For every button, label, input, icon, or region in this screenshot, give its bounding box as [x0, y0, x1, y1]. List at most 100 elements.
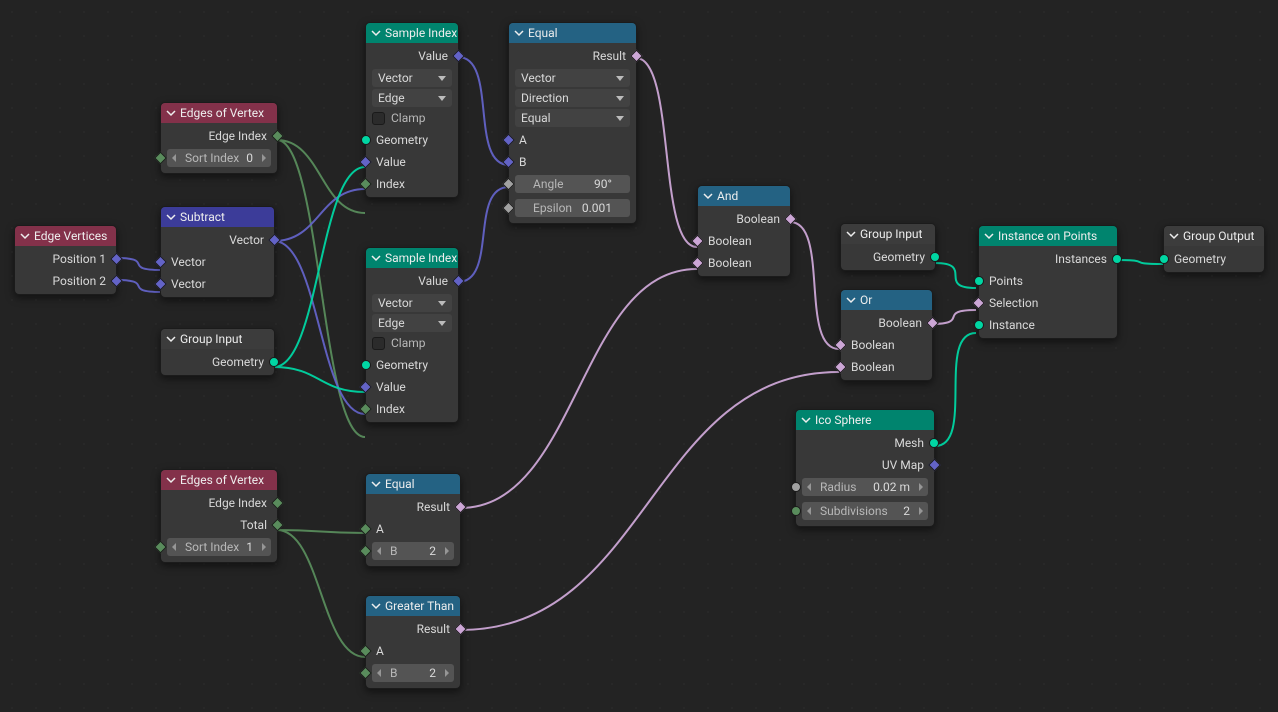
- node-subtract[interactable]: Subtract Vector Vector Vector: [160, 206, 275, 298]
- node-or[interactable]: Or Boolean Boolean Boolean: [840, 289, 933, 381]
- field-b[interactable]: B2: [372, 664, 454, 682]
- field-radius[interactable]: Radius0.02 m: [802, 478, 928, 496]
- socket-index[interactable]: Index: [366, 173, 458, 195]
- type-dropdown[interactable]: Vector: [372, 294, 452, 312]
- node-header[interactable]: Group Input: [841, 224, 935, 244]
- socket-position-1[interactable]: Position 1: [15, 248, 116, 270]
- chevron-down-icon: [370, 27, 382, 39]
- node-ico-sphere[interactable]: Ico Sphere Mesh UV Map Radius0.02 m Subd…: [795, 409, 935, 527]
- chevron-down-icon: [983, 230, 995, 242]
- socket-mesh[interactable]: Mesh: [796, 432, 934, 454]
- socket-instance[interactable]: Instance: [979, 314, 1117, 336]
- node-greater-than[interactable]: Greater Than Result A B2: [365, 595, 461, 689]
- node-edges-of-vertex-0[interactable]: Edges of Vertex Edge Index Sort Index0: [160, 102, 278, 174]
- chevron-down-icon: [800, 414, 812, 426]
- node-header[interactable]: Instance on Points: [979, 226, 1117, 246]
- socket-result[interactable]: Result: [366, 618, 460, 640]
- submode-dropdown[interactable]: Direction: [515, 89, 630, 107]
- chevron-down-icon: [845, 294, 857, 306]
- node-group-output[interactable]: Group Output Geometry: [1163, 225, 1265, 273]
- node-header[interactable]: Ico Sphere: [796, 410, 934, 430]
- node-instance-on-points[interactable]: Instance on Points Instances Points Sele…: [978, 225, 1118, 339]
- chevron-down-icon: [165, 211, 177, 223]
- node-header[interactable]: And: [698, 186, 790, 206]
- socket-geometry[interactable]: Geometry: [161, 351, 274, 373]
- socket-result[interactable]: Result: [366, 496, 460, 518]
- sort-index-field[interactable]: Sort Index0: [167, 149, 271, 167]
- field-subdivisions[interactable]: Subdivisions2: [802, 502, 928, 520]
- socket-a[interactable]: A: [366, 640, 460, 662]
- domain-dropdown[interactable]: Edge: [372, 89, 452, 107]
- mode-dropdown[interactable]: Vector: [515, 69, 630, 87]
- socket-a[interactable]: A: [509, 129, 636, 151]
- clamp-checkbox[interactable]: Clamp: [372, 109, 452, 127]
- socket-selection[interactable]: Selection: [979, 292, 1117, 314]
- socket-value-in[interactable]: Value: [366, 376, 458, 398]
- socket-value-out[interactable]: Value: [366, 270, 458, 292]
- node-header[interactable]: Group Input: [161, 329, 274, 349]
- socket-edge-index[interactable]: Edge Index: [161, 492, 277, 514]
- node-header[interactable]: Edges of Vertex: [161, 103, 277, 123]
- socket-vector-in-2[interactable]: Vector: [161, 273, 274, 295]
- socket-a[interactable]: A: [366, 518, 460, 540]
- socket-edge-index[interactable]: Edge Index: [161, 125, 277, 147]
- node-group-input-a[interactable]: Group Input Geometry: [160, 328, 275, 376]
- clamp-checkbox[interactable]: Clamp: [372, 334, 452, 352]
- chevron-down-icon: [19, 230, 31, 242]
- socket-vector-out[interactable]: Vector: [161, 229, 274, 251]
- node-equal-int[interactable]: Equal Result A B2: [365, 473, 461, 567]
- field-epsilon[interactable]: Epsilon0.001: [515, 199, 630, 217]
- field-b[interactable]: B2: [372, 542, 454, 560]
- chevron-down-icon: [1168, 230, 1180, 242]
- node-header[interactable]: Group Output: [1164, 226, 1264, 246]
- chevron-down-icon: [702, 190, 714, 202]
- socket-result[interactable]: Result: [509, 45, 636, 67]
- node-and[interactable]: And Boolean Boolean Boolean: [697, 185, 791, 277]
- socket-value-out[interactable]: Value: [366, 45, 458, 67]
- chevron-down-icon: [370, 600, 382, 612]
- socket-geometry[interactable]: Geometry: [366, 354, 458, 376]
- socket-boolean-1[interactable]: Boolean: [698, 230, 790, 252]
- socket-b[interactable]: B: [509, 151, 636, 173]
- socket-geometry[interactable]: Geometry: [841, 246, 935, 268]
- socket-instances[interactable]: Instances: [979, 248, 1117, 270]
- socket-boolean-2[interactable]: Boolean: [698, 252, 790, 274]
- socket-geometry[interactable]: Geometry: [1164, 248, 1264, 270]
- node-header[interactable]: Sample Index: [366, 23, 458, 43]
- socket-total[interactable]: Total: [161, 514, 277, 536]
- node-sample-index-b[interactable]: Sample Index Value Vector Edge Clamp Geo…: [365, 247, 459, 423]
- node-header[interactable]: Edge Vertices: [15, 226, 116, 246]
- node-equal-vec[interactable]: Equal Result Vector Direction Equal A B …: [508, 22, 637, 224]
- node-header[interactable]: Equal: [509, 23, 636, 43]
- socket-position-2[interactable]: Position 2: [15, 270, 116, 292]
- node-header[interactable]: Sample Index: [366, 248, 458, 268]
- node-group-input-b[interactable]: Group Input Geometry: [840, 223, 936, 271]
- socket-boolean-out[interactable]: Boolean: [698, 208, 790, 230]
- socket-points[interactable]: Points: [979, 270, 1117, 292]
- op-dropdown[interactable]: Equal: [515, 109, 630, 127]
- field-angle[interactable]: Angle90°: [515, 175, 630, 193]
- node-sample-index-a[interactable]: Sample Index Value Vector Edge Clamp Geo…: [365, 22, 459, 198]
- node-header[interactable]: Or: [841, 290, 932, 310]
- node-header[interactable]: Greater Than: [366, 596, 460, 616]
- node-edge-vertices[interactable]: Edge Vertices Position 1 Position 2: [14, 225, 117, 295]
- node-edges-of-vertex-1[interactable]: Edges of Vertex Edge Index Total Sort In…: [160, 469, 278, 563]
- socket-boolean-1[interactable]: Boolean: [841, 334, 932, 356]
- socket-index[interactable]: Index: [366, 398, 458, 420]
- chevron-down-icon: [845, 228, 857, 240]
- socket-value-in[interactable]: Value: [366, 151, 458, 173]
- chevron-down-icon: [370, 252, 382, 264]
- socket-uv-map[interactable]: UV Map: [796, 454, 934, 476]
- domain-dropdown[interactable]: Edge: [372, 314, 452, 332]
- node-header[interactable]: Edges of Vertex: [161, 470, 277, 490]
- node-header[interactable]: Subtract: [161, 207, 274, 227]
- node-header[interactable]: Equal: [366, 474, 460, 494]
- socket-geometry[interactable]: Geometry: [366, 129, 458, 151]
- socket-boolean-out[interactable]: Boolean: [841, 312, 932, 334]
- socket-vector-in-1[interactable]: Vector: [161, 251, 274, 273]
- sort-index-field[interactable]: Sort Index1: [167, 538, 271, 556]
- type-dropdown[interactable]: Vector: [372, 69, 452, 87]
- socket-boolean-2[interactable]: Boolean: [841, 356, 932, 378]
- chevron-down-icon: [165, 333, 177, 345]
- chevron-down-icon: [165, 107, 177, 119]
